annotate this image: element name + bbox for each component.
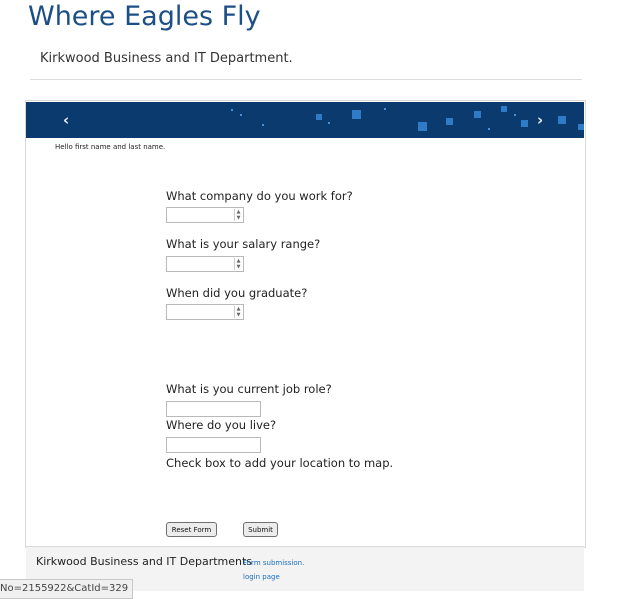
job-role-question: What is you current job role? [166, 382, 332, 396]
chevron-right-icon[interactable]: › [537, 111, 543, 129]
form-submission-link[interactable]: Form submission. [243, 559, 304, 567]
reset-form-button[interactable]: Reset Form [166, 522, 217, 537]
location-input[interactable] [166, 437, 261, 453]
greeting-text: Hello first name and last name. [55, 143, 166, 151]
map-checkbox-label: Check box to add your location to map. [166, 456, 394, 470]
graduate-question: When did you graduate? [166, 286, 308, 300]
banner-decoration [446, 118, 453, 125]
banner-decoration [501, 106, 507, 112]
spinner-arrows-icon[interactable]: ▲ ▼ [234, 258, 242, 270]
site-title: Where Eagles Fly [28, 1, 261, 32]
banner-decoration [521, 120, 528, 127]
company-question: What company do you work for? [166, 189, 353, 203]
banner-decoration [558, 116, 566, 124]
banner-decoration [514, 114, 516, 116]
header-divider [30, 79, 582, 80]
content-panel [25, 100, 586, 548]
login-page-link[interactable]: login page [243, 573, 280, 581]
salary-field[interactable]: ▲ ▼ [166, 256, 244, 272]
footer-text: Kirkwood Business and IT Departments [36, 555, 253, 568]
banner-decoration [418, 122, 427, 131]
spinner-arrows-icon[interactable]: ▲ ▼ [234, 209, 242, 221]
submit-button[interactable]: Submit [243, 522, 278, 537]
banner-decoration [578, 124, 584, 130]
salary-question: What is your salary range? [166, 237, 321, 251]
graduate-field[interactable]: ▲ ▼ [166, 304, 244, 320]
banner-decoration [474, 111, 481, 118]
banner-slideshow: ‹ › [26, 102, 584, 138]
status-bar-url: No=2155922&CatId=329 [0, 579, 134, 599]
job-role-input[interactable] [166, 401, 261, 417]
banner-decoration [352, 110, 361, 119]
spinner-arrows-icon[interactable]: ▲ ▼ [234, 306, 242, 318]
company-field[interactable]: ▲ ▼ [166, 207, 244, 223]
banner-decoration [488, 128, 490, 130]
site-subtitle: Kirkwood Business and IT Department. [40, 51, 293, 66]
live-question: Where do you live? [166, 418, 277, 432]
banner-decoration [240, 114, 242, 116]
banner-decoration [231, 109, 233, 111]
banner-decoration [316, 114, 322, 120]
banner-decoration [328, 122, 330, 124]
banner-decoration [384, 108, 386, 110]
chevron-left-icon[interactable]: ‹ [63, 111, 69, 129]
banner-decoration [262, 124, 264, 126]
